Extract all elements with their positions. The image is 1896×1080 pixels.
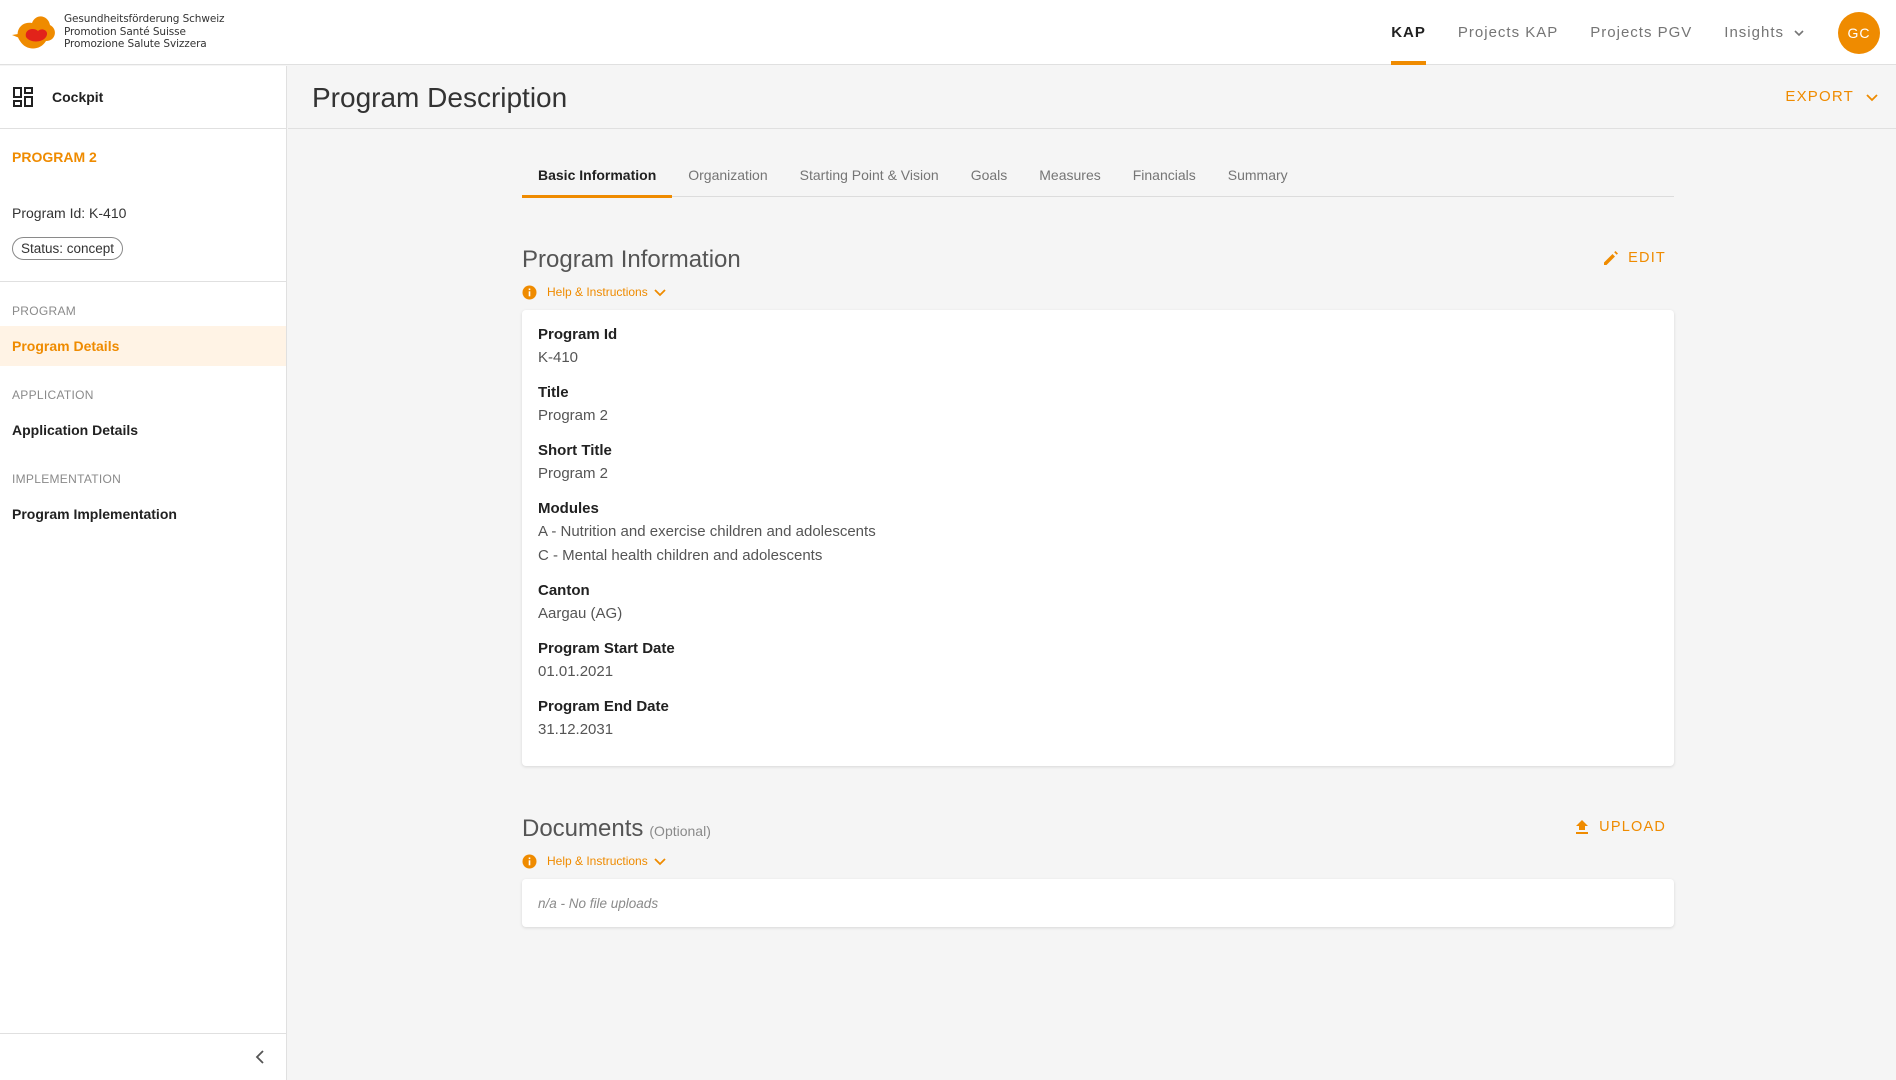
logo-line-it: Promozione Salute Svizzera <box>64 38 207 51</box>
field-label: Modules <box>538 500 599 517</box>
field-program-start-date: Program Start Date 01.01.2021 <box>538 640 1658 684</box>
field-short-title: Short Title Program 2 <box>538 442 1658 486</box>
export-button[interactable]: EXPORT <box>1785 88 1878 105</box>
field-label: Program End Date <box>538 698 669 715</box>
tab-bar: Basic Information Organization Starting … <box>522 152 1674 198</box>
documents-title: Documents (Optional) <box>522 815 711 843</box>
field-label: Title <box>538 384 569 401</box>
section-label-implementation: IMPLEMENTATION <box>12 472 122 486</box>
logo-text: Gesundheitsförderung Schweiz Promotion S… <box>64 13 225 51</box>
chevron-down-icon <box>1866 93 1878 101</box>
tab-basic-information[interactable]: Basic Information <box>522 152 673 198</box>
logo-mark-icon <box>12 16 55 49</box>
field-value: C - Mental health children and adolescen… <box>538 547 823 564</box>
upload-button[interactable]: UPLOAD <box>1573 818 1666 836</box>
edit-button[interactable]: EDIT <box>1602 249 1666 267</box>
pencil-icon <box>1604 251 1619 265</box>
field-modules: Modules A - Nutrition and exercise child… <box>538 500 1658 568</box>
sidebar: Cockpit PROGRAM 2 Program Id: K-410 Stat… <box>0 66 287 1080</box>
field-value: 31.12.2031 <box>538 721 614 738</box>
dashboard-icon <box>13 87 33 107</box>
logo-line-de: Gesundheitsförderung Schweiz <box>64 13 225 26</box>
nav-item-kap[interactable]: KAP <box>1375 0 1442 65</box>
info-icon <box>522 285 537 299</box>
nav-item-insights-label: Insights <box>1724 24 1784 41</box>
cockpit-label: Cockpit <box>52 89 104 105</box>
program-summary: PROGRAM 2 Program Id: K-410 Status: conc… <box>0 129 286 282</box>
field-value: A - Nutrition and exercise children and … <box>538 523 876 540</box>
export-label: EXPORT <box>1785 88 1854 105</box>
brand-logo[interactable]: Gesundheitsförderung Schweiz Promotion S… <box>12 11 225 53</box>
help-instructions-toggle[interactable]: Help & Instructions <box>522 282 1674 302</box>
section-label-program: PROGRAM <box>12 304 77 318</box>
field-value: Program 2 <box>538 465 609 482</box>
help-label: Help & Instructions <box>547 854 648 868</box>
chevron-down-icon <box>1794 29 1804 36</box>
status-badge: Status: concept <box>12 237 124 260</box>
tab-organization[interactable]: Organization <box>672 152 783 197</box>
user-avatar[interactable]: GC <box>1838 11 1880 54</box>
program-id: Program Id: K-410 <box>12 205 127 221</box>
tab-financials[interactable]: Financials <box>1117 152 1212 197</box>
documents-title-text: Documents <box>522 815 644 842</box>
main-content: Basic Information Organization Starting … <box>522 152 1674 927</box>
chevron-down-icon <box>654 858 666 866</box>
program-name: PROGRAM 2 <box>12 149 97 165</box>
nav-item-projects-kap[interactable]: Projects KAP <box>1442 0 1574 65</box>
sidebar-item-application-details[interactable]: Application Details <box>0 410 286 450</box>
sidebar-item-program-implementation[interactable]: Program Implementation <box>0 494 286 534</box>
tab-starting-point-vision[interactable]: Starting Point & Vision <box>784 152 955 197</box>
nav-item-projects-pgv[interactable]: Projects PGV <box>1574 0 1708 65</box>
info-icon <box>522 854 537 868</box>
field-title: Title Program 2 <box>538 384 1658 428</box>
field-label: Program Start Date <box>538 640 675 657</box>
program-info-card: Program Id K-410 Title Program 2 Short T… <box>522 310 1674 766</box>
field-value: 01.01.2021 <box>538 663 614 680</box>
nav-item-insights[interactable]: Insights <box>1708 0 1820 65</box>
field-program-id: Program Id K-410 <box>538 326 1658 370</box>
sidebar-item-program-details[interactable]: Program Details <box>0 326 286 366</box>
chevron-down-icon <box>654 289 666 297</box>
section-label-application: APPLICATION <box>12 388 94 402</box>
page-title: Program Description <box>312 82 568 113</box>
documents-header: Documents (Optional) UPLOAD <box>522 809 1674 849</box>
field-value: Aargau (AG) <box>538 605 623 622</box>
upload-icon <box>1576 820 1589 834</box>
upload-label: UPLOAD <box>1599 819 1666 835</box>
cockpit-link[interactable]: Cockpit <box>0 66 286 129</box>
field-label: Short Title <box>538 442 612 459</box>
field-value: Program 2 <box>538 407 609 424</box>
tab-summary[interactable]: Summary <box>1212 152 1304 197</box>
field-label: Canton <box>538 582 590 599</box>
main-nav: KAP Projects KAP Projects PGV Insights G… <box>1375 0 1896 65</box>
tab-measures[interactable]: Measures <box>1023 152 1116 197</box>
edit-label: EDIT <box>1628 250 1666 266</box>
field-value: K-410 <box>538 349 579 366</box>
tab-goals[interactable]: Goals <box>955 152 1024 197</box>
program-info-title: Program Information <box>522 246 741 273</box>
program-info-header: Program Information EDIT <box>522 240 1674 280</box>
documents-empty-state: n/a - No file uploads <box>522 879 1674 927</box>
help-label: Help & Instructions <box>547 285 648 299</box>
sidebar-footer <box>0 1033 286 1080</box>
chevron-left-icon[interactable] <box>252 1048 270 1066</box>
top-app-bar: Gesundheitsförderung Schweiz Promotion S… <box>0 0 1896 65</box>
field-program-end-date: Program End Date 31.12.2031 <box>538 698 1658 742</box>
field-label: Program Id <box>538 326 618 343</box>
field-canton: Canton Aargau (AG) <box>538 582 1658 626</box>
help-instructions-toggle[interactable]: Help & Instructions <box>522 851 1674 871</box>
logo-line-fr: Promotion Santé Suisse <box>64 25 186 38</box>
optional-tag: (Optional) <box>649 823 711 839</box>
page-header: Program Description EXPORT <box>288 66 1896 129</box>
